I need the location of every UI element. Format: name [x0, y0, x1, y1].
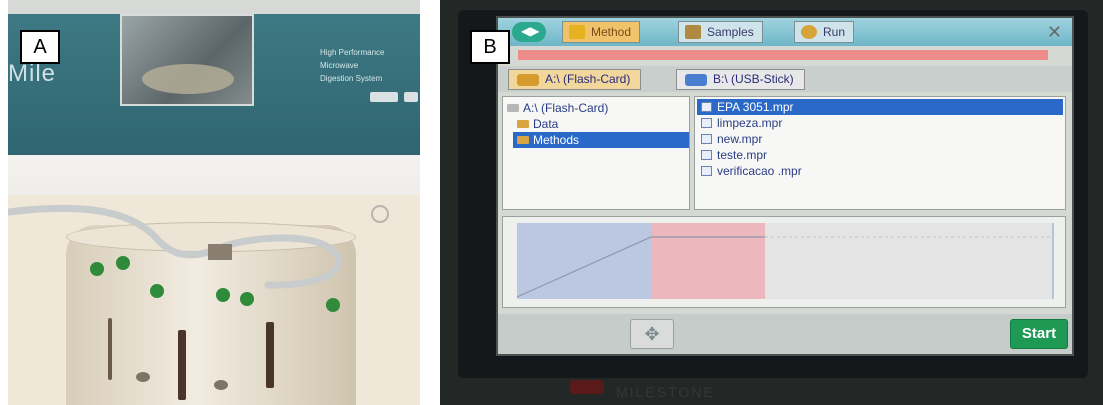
- terminal-screen: ◀▶ Method Samples Run ✕ A:\ (Flash-Card): [496, 16, 1074, 356]
- file-item-label: teste.mpr: [717, 148, 768, 162]
- tree-item-label: Data: [533, 117, 559, 131]
- move-arrows-icon: ✥: [644, 324, 660, 344]
- folder-tree: A:\ (Flash-Card) Data Methods: [502, 96, 690, 210]
- tree-item-root[interactable]: A:\ (Flash-Card): [503, 100, 608, 116]
- file-item-label: verificacao .mpr: [717, 164, 802, 178]
- tab-method-label: Method: [591, 25, 632, 39]
- tab-samples[interactable]: Samples: [678, 21, 763, 43]
- file-icon: [701, 102, 712, 112]
- bottom-toolbar: ✥ Start: [498, 314, 1072, 354]
- file-item[interactable]: limpeza.mpr: [697, 115, 1063, 131]
- file-item[interactable]: verificacao .mpr: [697, 163, 1063, 179]
- file-item[interactable]: new.mpr: [697, 131, 1063, 147]
- folder-icon: [517, 120, 529, 128]
- file-list: EPA 3051.mpr limpeza.mpr new.mpr teste.m…: [694, 96, 1066, 210]
- file-item-label: limpeza.mpr: [717, 116, 783, 130]
- drive-tab-flash-card[interactable]: A:\ (Flash-Card): [508, 69, 642, 90]
- usb-stick-icon: [685, 74, 707, 86]
- program-profile-chart: [502, 216, 1066, 308]
- gears-icon: [801, 25, 817, 39]
- file-item[interactable]: EPA 3051.mpr: [697, 99, 1063, 115]
- back-button[interactable]: ◀▶: [512, 22, 546, 42]
- sensor-cable: [8, 204, 389, 289]
- folder-icon: [517, 136, 529, 144]
- drive-tab-label: A:\ (Flash-Card): [545, 72, 631, 86]
- drive-tab-usb-stick[interactable]: B:\ (USB-Stick): [676, 69, 805, 90]
- drive-tab-label: B:\ (USB-Stick): [713, 72, 794, 86]
- flash-card-icon: [517, 74, 539, 86]
- file-item-label: new.mpr: [717, 132, 763, 146]
- file-icon: [701, 150, 712, 160]
- file-icon: [701, 118, 712, 128]
- drive-selector: A:\ (Flash-Card) B:\ (USB-Stick): [498, 66, 1072, 92]
- tree-item-methods[interactable]: Methods: [513, 132, 689, 148]
- file-icon: [701, 134, 712, 144]
- tab-method[interactable]: Method: [562, 21, 641, 43]
- photo-panel-b: ◀▶ Method Samples Run ✕ A:\ (Flash-Card): [440, 0, 1103, 405]
- close-icon[interactable]: ✕: [1047, 22, 1062, 43]
- folder-icon: [569, 25, 585, 39]
- tab-run-label: Run: [823, 25, 846, 39]
- drive-icon: [507, 104, 519, 112]
- tab-run[interactable]: Run: [794, 21, 855, 43]
- bezel-brand-text: MILESTONE: [616, 384, 715, 400]
- status-bar: [518, 50, 1048, 60]
- back-arrow-icon: ◀▶: [521, 24, 540, 38]
- power-indicator: [570, 380, 604, 394]
- panel-label: B: [470, 30, 510, 64]
- move-button[interactable]: ✥: [630, 319, 674, 349]
- tree-item-data[interactable]: Data: [513, 116, 558, 132]
- tree-item-label: Methods: [533, 133, 580, 147]
- profile-line: [516, 223, 1054, 299]
- file-item-label: EPA 3051.mpr: [717, 100, 794, 114]
- tree-item-label: A:\ (Flash-Card): [523, 101, 609, 115]
- file-item[interactable]: teste.mpr: [697, 147, 1063, 163]
- photo-panel-a: Mile High Performance Microwave Digestio…: [8, 0, 420, 405]
- start-button[interactable]: Start: [1010, 319, 1068, 349]
- balance-icon: [685, 25, 701, 39]
- file-icon: [701, 166, 712, 176]
- top-toolbar: ◀▶ Method Samples Run ✕: [498, 18, 1072, 46]
- panel-label: A: [20, 30, 60, 64]
- tab-samples-label: Samples: [707, 25, 754, 39]
